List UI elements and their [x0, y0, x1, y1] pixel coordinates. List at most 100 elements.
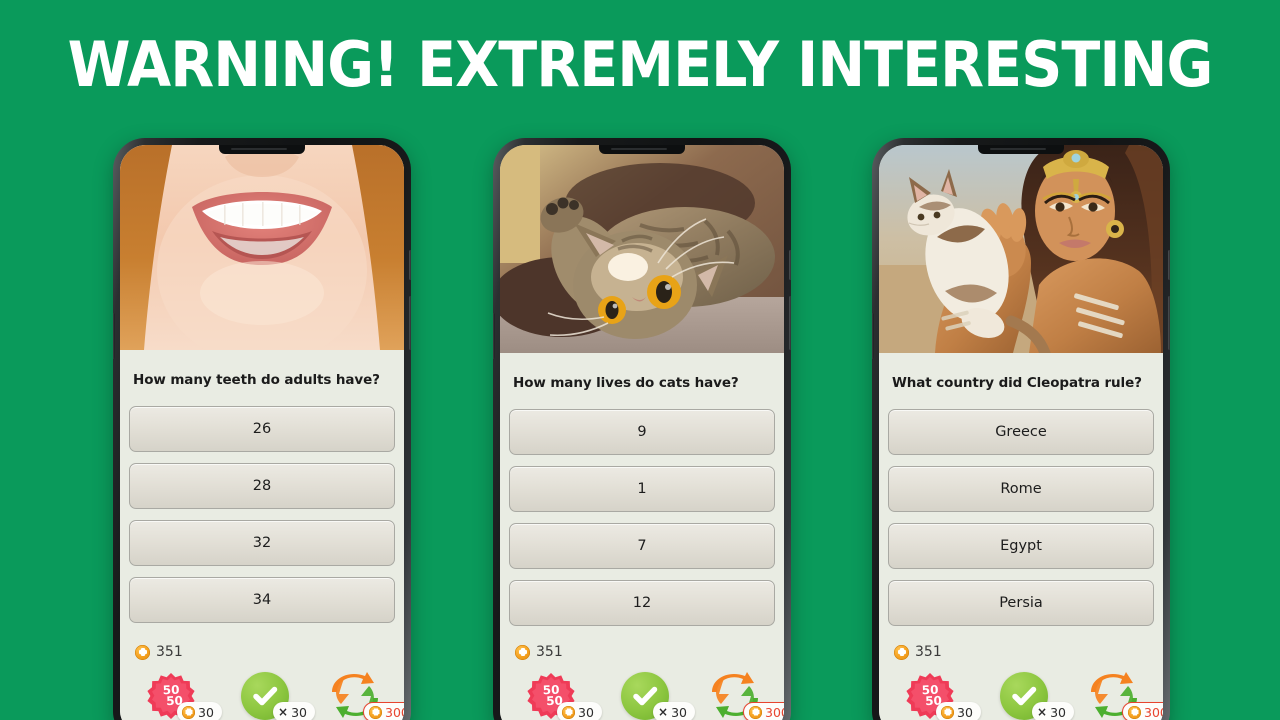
bottom-bar: 351 50 50 30 × 30 30 — [888, 635, 1163, 720]
powerup-swap-question[interactable]: 300 — [329, 670, 404, 720]
coin-icon — [1128, 705, 1141, 719]
page-title: WARNING! EXTREMELY INTERESTING — [67, 28, 1214, 101]
phone-volume-up-button — [789, 250, 791, 280]
answer-list: 9 1 7 12 — [509, 409, 775, 626]
coin-balance: 351 — [133, 635, 391, 664]
powerup-correct-answer[interactable]: × 30 — [241, 672, 315, 720]
multiply-icon: × — [278, 705, 289, 719]
question-image-smiling-mouth — [120, 145, 404, 350]
answer-option[interactable]: 9 — [509, 409, 775, 455]
fifty-fifty-bottom: 50 — [165, 693, 183, 709]
powerup-price-pill[interactable]: × 30 — [653, 702, 695, 720]
fifty-fifty-label: 50 50 — [539, 683, 563, 709]
coin-balance: 351 — [513, 635, 771, 664]
phone-screen: What country did Cleopatra rule? Greece … — [879, 145, 1163, 720]
powerup-price: 30 — [198, 704, 214, 720]
phone-mockup-3: What country did Cleopatra rule? Greece … — [872, 138, 1170, 720]
powerup-price: 30 — [671, 704, 687, 720]
phone-mockups-row: How many teeth do adults have? 26 28 32 … — [0, 138, 1280, 720]
quiz-panel: How many teeth do adults have? 26 28 32 … — [120, 350, 404, 720]
answer-option[interactable]: 12 — [509, 580, 775, 626]
phone-notch — [978, 145, 1064, 154]
phone-bezel: How many lives do cats have? 9 1 7 12 35… — [493, 138, 791, 720]
powerup-price-pill[interactable]: 300 — [363, 702, 404, 720]
question-text: What country did Cleopatra rule? — [892, 375, 1142, 391]
coin-icon — [515, 644, 530, 660]
answer-option[interactable]: 32 — [129, 520, 395, 566]
powerup-price: 30 — [1050, 704, 1066, 720]
coin-balance-value: 351 — [156, 644, 183, 660]
powerup-price: 300 — [1144, 704, 1163, 720]
coin-icon — [182, 705, 195, 719]
powerup-row: 50 50 30 × 30 30 — [513, 664, 784, 720]
coin-icon — [941, 705, 954, 719]
powerup-row: 50 50 30 × 30 30 — [892, 664, 1163, 720]
powerup-fifty-fifty[interactable]: 50 50 30 — [147, 672, 222, 720]
powerup-price-pill[interactable]: 30 — [557, 702, 602, 720]
answer-option[interactable]: 1 — [509, 466, 775, 512]
bottom-bar: 351 50 50 30 × 30 30 — [129, 635, 404, 720]
fifty-fifty-label: 50 50 — [918, 683, 942, 709]
answer-option[interactable]: 7 — [509, 523, 775, 569]
powerup-row: 50 50 30 × 30 30 — [133, 664, 404, 720]
answer-option[interactable]: Persia — [888, 580, 1154, 626]
phone-notch — [219, 145, 305, 154]
coin-icon — [369, 705, 382, 719]
fifty-fifty-bottom: 50 — [545, 693, 563, 709]
phone-volume-up-button — [1168, 250, 1170, 280]
question-image-cleopatra — [879, 145, 1163, 353]
fifty-fifty-bottom: 50 — [924, 693, 942, 709]
question-text: How many teeth do adults have? — [133, 372, 380, 388]
coin-balance-value: 351 — [915, 644, 942, 660]
answer-option[interactable]: Rome — [888, 466, 1154, 512]
powerup-price: 30 — [578, 704, 594, 720]
answer-option[interactable]: Egypt — [888, 523, 1154, 569]
phone-notch — [599, 145, 685, 154]
phone-side-button — [113, 313, 115, 359]
quiz-panel: How many lives do cats have? 9 1 7 12 35… — [500, 353, 784, 720]
powerup-price-pill[interactable]: 30 — [177, 702, 222, 720]
answer-option[interactable]: Greece — [888, 409, 1154, 455]
powerup-correct-answer[interactable]: × 30 — [1000, 672, 1074, 720]
phone-bezel: How many teeth do adults have? 26 28 32 … — [113, 138, 411, 720]
powerup-price-pill[interactable]: × 30 — [273, 702, 315, 720]
powerup-correct-answer[interactable]: × 30 — [621, 672, 695, 720]
answer-option[interactable]: 34 — [129, 577, 395, 623]
powerup-fifty-fifty[interactable]: 50 50 30 — [906, 672, 981, 720]
phone-side-button — [493, 313, 495, 359]
coin-balance-value: 351 — [536, 644, 563, 660]
coin-icon — [894, 644, 909, 660]
question-image-tabby-cat — [500, 145, 784, 353]
multiply-icon: × — [1037, 705, 1048, 719]
powerup-price-pill[interactable]: 300 — [743, 702, 784, 720]
answer-option[interactable]: 28 — [129, 463, 395, 509]
answer-list: 26 28 32 34 — [129, 406, 395, 623]
powerup-price-pill[interactable]: × 30 — [1032, 702, 1074, 720]
phone-screen: How many teeth do adults have? 26 28 32 … — [120, 145, 404, 720]
answer-list: Greece Rome Egypt Persia — [888, 409, 1154, 626]
powerup-price-pill[interactable]: 300 — [1122, 702, 1163, 720]
answer-option[interactable]: 26 — [129, 406, 395, 452]
powerup-price: 300 — [765, 704, 784, 720]
powerup-price-pill[interactable]: 30 — [936, 702, 981, 720]
powerup-price: 30 — [291, 704, 307, 720]
bottom-bar: 351 50 50 30 × 30 30 — [509, 635, 784, 720]
phone-volume-down-button — [1168, 296, 1170, 350]
coin-icon — [562, 705, 575, 719]
phone-mockup-2: How many lives do cats have? 9 1 7 12 35… — [493, 138, 791, 720]
powerup-swap-question[interactable]: 300 — [1088, 670, 1163, 720]
powerup-price: 30 — [957, 704, 973, 720]
phone-mockup-1: How many teeth do adults have? 26 28 32 … — [113, 138, 411, 720]
phone-volume-down-button — [409, 296, 411, 350]
phone-side-button — [872, 313, 874, 359]
powerup-fifty-fifty[interactable]: 50 50 30 — [527, 672, 602, 720]
phone-bezel: What country did Cleopatra rule? Greece … — [872, 138, 1170, 720]
fifty-fifty-label: 50 50 — [159, 683, 183, 709]
phone-screen: How many lives do cats have? 9 1 7 12 35… — [500, 145, 784, 720]
powerup-swap-question[interactable]: 300 — [709, 670, 784, 720]
coin-icon — [135, 644, 150, 660]
phone-volume-down-button — [789, 296, 791, 350]
coin-balance: 351 — [892, 635, 1150, 664]
question-text: How many lives do cats have? — [513, 375, 739, 391]
phone-volume-up-button — [409, 250, 411, 280]
